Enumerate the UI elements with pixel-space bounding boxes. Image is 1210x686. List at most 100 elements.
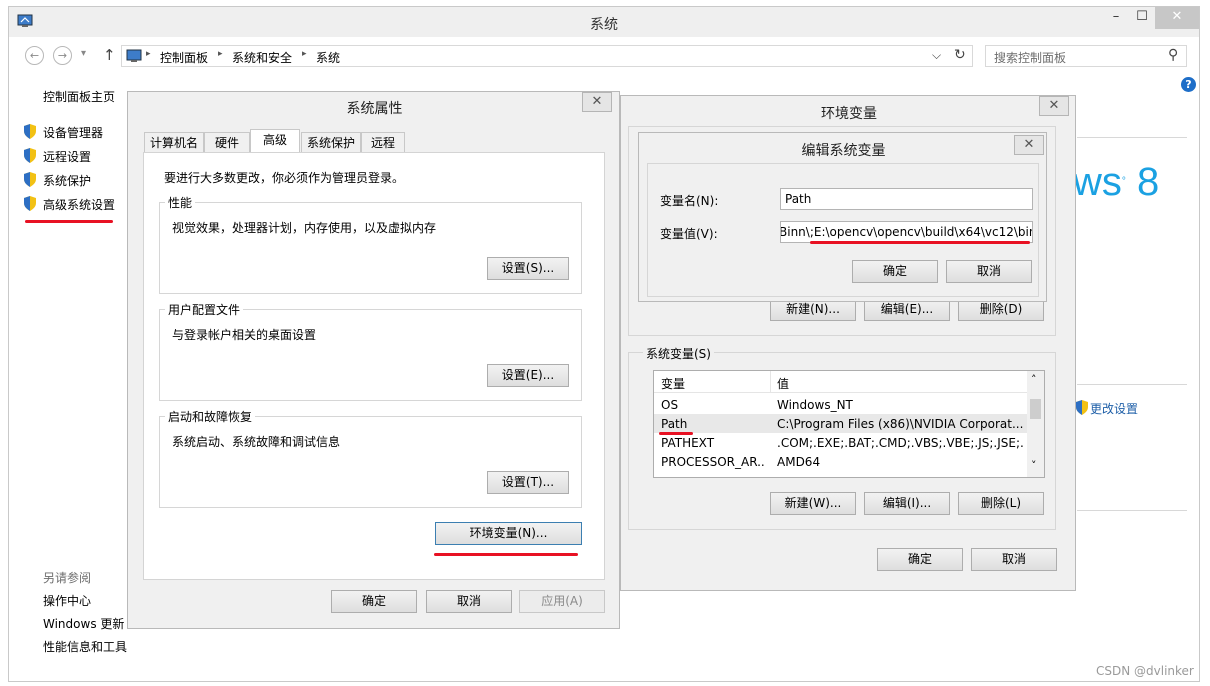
search-icon[interactable]: ⚲ — [1168, 47, 1178, 63]
startup-recovery-settings-button[interactable]: 设置(T)... — [487, 471, 569, 494]
breadcrumb-system-security[interactable]: 系统和安全 — [232, 49, 292, 66]
variable-value-field[interactable]: Binn\;E:\opencv\opencv\build\x64\vc12\bi… — [780, 221, 1033, 243]
divider — [1077, 384, 1187, 385]
system-edit-button[interactable]: 编辑(I)... — [864, 492, 950, 515]
breadcrumb-control-panel[interactable]: 控制面板 — [160, 49, 208, 66]
performance-group: 性能 视觉效果，处理器计划，内存使用，以及虚拟内存 设置(S)... — [159, 194, 582, 294]
user-profiles-description: 与登录帐户相关的桌面设置 — [172, 328, 317, 342]
breadcrumb-system[interactable]: 系统 — [316, 49, 340, 66]
dialog-title: 系统属性 — [346, 101, 403, 117]
see-also-windows-update[interactable]: Windows 更新 — [43, 615, 124, 632]
refresh-icon[interactable]: ↻ — [954, 47, 966, 63]
startup-recovery-description: 系统启动、系统故障和调试信息 — [172, 435, 341, 449]
apply-button[interactable]: 应用(A) — [519, 590, 605, 613]
close-icon[interactable]: ✕ — [1014, 135, 1044, 155]
group-legend-performance: 性能 — [165, 194, 196, 211]
edit-system-variable-dialog: 编辑系统变量 ✕ 变量名(N): Path 变量值(V): Binn\;E:\o… — [638, 132, 1047, 302]
admin-note: 要进行大多数更改，你必须作为管理员登录。 — [164, 171, 405, 185]
cancel-button[interactable]: 取消 — [971, 548, 1057, 571]
search-box[interactable]: 搜索控制面板 ⚲ — [985, 45, 1187, 67]
column-header-value[interactable]: 值 — [777, 375, 789, 392]
row-value: C:\Program Files (x86)\NVIDIA Corporat..… — [777, 417, 1023, 431]
see-also-performance-info[interactable]: 性能信息和工具 — [43, 638, 127, 655]
breadcrumb-separator: ▸ — [146, 49, 151, 59]
ok-button[interactable]: 确定 — [852, 260, 938, 283]
breadcrumb-separator: ▸ — [218, 49, 223, 59]
change-settings-link[interactable]: 更改设置 — [1090, 400, 1138, 417]
group-legend-user-profiles: 用户配置文件 — [165, 301, 244, 318]
table-row[interactable]: PROCESSOR_AR... AMD64 — [654, 452, 1027, 471]
shield-icon — [1075, 400, 1089, 415]
row-variable: OS — [661, 398, 679, 412]
close-button[interactable]: ✕ — [1155, 7, 1199, 29]
system-new-button[interactable]: 新建(W)... — [770, 492, 856, 515]
scroll-thumb[interactable] — [1030, 399, 1041, 419]
help-icon[interactable]: ? — [1181, 77, 1196, 92]
tab-computer-name[interactable]: 计算机名 — [144, 132, 204, 153]
tab-remote[interactable]: 远程 — [361, 132, 405, 153]
forward-button[interactable]: → — [53, 46, 72, 65]
row-variable: Path — [661, 417, 688, 431]
address-bar[interactable]: ▸ 控制面板 ▸ 系统和安全 ▸ 系统 ⌵ ↻ — [121, 45, 973, 67]
variable-name-label: 变量名(N): — [660, 194, 719, 208]
up-button[interactable]: ↑ — [103, 46, 116, 64]
row-value: AMD64 — [777, 455, 821, 469]
table-row-selected[interactable]: Path C:\Program Files (x86)\NVIDIA Corpo… — [654, 414, 1027, 433]
minimize-button[interactable]: – — [1103, 7, 1129, 29]
system-delete-button[interactable]: 删除(L) — [958, 492, 1044, 515]
shield-icon — [23, 124, 37, 139]
tab-system-protection[interactable]: 系统保护 — [301, 132, 361, 153]
ok-button[interactable]: 确定 — [331, 590, 417, 613]
environment-variables-button[interactable]: 环境变量(N)... — [435, 522, 582, 545]
title-bar: 系统 – ☐ ✕ — [9, 7, 1199, 37]
search-placeholder: 搜索控制面板 — [994, 51, 1067, 65]
brand-number: 8 — [1137, 160, 1160, 204]
variable-value-text: Binn\;E:\opencv\opencv\build\x64\vc12\bi… — [780, 225, 1033, 239]
table-row[interactable]: OS Windows_NT — [654, 395, 1027, 414]
nav-remote-settings[interactable]: 远程设置 — [43, 148, 91, 165]
nav-advanced-system-settings[interactable]: 高级系统设置 — [43, 196, 115, 213]
row-value: Windows_NT — [777, 398, 853, 412]
close-icon[interactable]: ✕ — [582, 92, 612, 112]
system-properties-dialog: 系统属性 ✕ 计算机名 硬件 高级 系统保护 远程 要进行大多数更改，你必须作为… — [127, 91, 620, 629]
row-variable: PROCESSOR_AR... — [661, 455, 766, 469]
divider — [1077, 510, 1187, 511]
red-underline-annotation — [25, 220, 113, 223]
windows8-brand: ws° 8 — [1073, 160, 1160, 204]
group-legend-startup-recovery: 启动和故障恢复 — [165, 408, 256, 425]
see-also-heading: 另请参阅 — [43, 571, 92, 585]
see-also-action-center[interactable]: 操作中心 — [43, 592, 91, 609]
nav-system-protection[interactable]: 系统保护 — [43, 172, 91, 189]
group-legend-system-variables: 系统变量(S) — [643, 345, 714, 362]
scroll-up-icon[interactable]: ˄ — [1031, 373, 1037, 386]
ok-button[interactable]: 确定 — [877, 548, 963, 571]
close-icon[interactable]: ✕ — [1039, 96, 1069, 116]
address-row: ← → ▾ ↑ ▸ 控制面板 ▸ 系统和安全 ▸ 系统 ⌵ ↻ 搜索控制面板 ⚲ — [9, 41, 1199, 71]
row-value: .COM;.EXE;.BAT;.CMD;.VBS;.VBE;.JS;.JSE;.… — [777, 436, 1023, 450]
list-header: 变量 值 — [654, 371, 1027, 393]
column-header-variable[interactable]: 变量 — [661, 375, 685, 392]
variable-value-label: 变量值(V): — [660, 227, 718, 241]
dialog-title: 编辑系统变量 — [801, 143, 886, 159]
tab-advanced[interactable]: 高级 — [250, 129, 300, 153]
scroll-down-icon[interactable]: ˅ — [1031, 459, 1037, 472]
column-divider — [770, 371, 771, 393]
shield-icon — [23, 172, 37, 187]
user-profiles-settings-button[interactable]: 设置(E)... — [487, 364, 569, 387]
table-row[interactable]: PATHEXT .COM;.EXE;.BAT;.CMD;.VBS;.VBE;.J… — [654, 433, 1027, 452]
system-variables-list[interactable]: 变量 值 OS Windows_NT Path C:\Program Files… — [653, 370, 1045, 478]
vertical-scrollbar[interactable]: ˄ ˅ — [1027, 371, 1044, 477]
history-dropdown-icon[interactable]: ▾ — [81, 48, 86, 59]
performance-settings-button[interactable]: 设置(S)... — [487, 257, 569, 280]
maximize-button[interactable]: ☐ — [1129, 7, 1155, 29]
performance-description: 视觉效果，处理器计划，内存使用，以及虚拟内存 — [172, 221, 437, 235]
nav-device-manager[interactable]: 设备管理器 — [43, 124, 103, 141]
variable-name-field[interactable]: Path — [780, 188, 1033, 210]
cancel-button[interactable]: 取消 — [426, 590, 512, 613]
tab-hardware[interactable]: 硬件 — [204, 132, 250, 153]
control-panel-home-link[interactable]: 控制面板主页 — [43, 88, 115, 105]
cancel-button[interactable]: 取消 — [946, 260, 1032, 283]
address-dropdown-icon[interactable]: ⌵ — [932, 48, 941, 63]
back-button[interactable]: ← — [25, 46, 44, 65]
edit-content-frame: 变量名(N): Path 变量值(V): Binn\;E:\opencv\ope… — [647, 163, 1039, 297]
